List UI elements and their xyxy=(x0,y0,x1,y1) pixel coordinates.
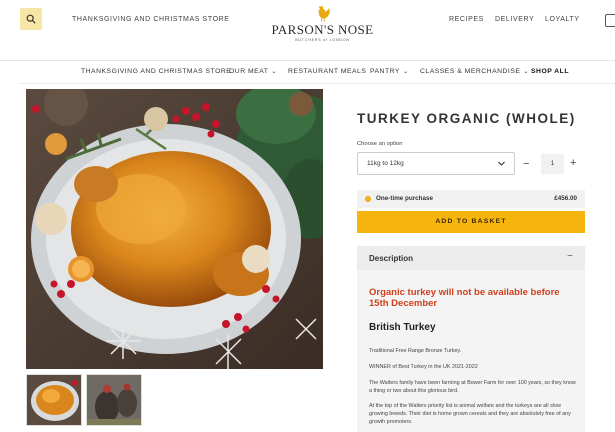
quantity-decrease-button[interactable]: − xyxy=(523,158,529,170)
product-title: TURKEY ORGANIC (WHOLE) xyxy=(357,111,576,126)
top-link-delivery[interactable]: DELIVERY xyxy=(495,16,534,23)
product-main-image[interactable] xyxy=(26,89,323,369)
nav-item-classes[interactable]: CLASSES & MERCHANDISE ⌄ xyxy=(420,68,529,75)
option-label: Choose an option xyxy=(357,141,403,147)
top-link-recipes[interactable]: RECIPES xyxy=(449,16,484,23)
main-nav: THANKSGIVING AND CHRISTMAS STORE OUR MEA… xyxy=(0,61,615,83)
rooster-icon xyxy=(317,6,330,22)
radio-selected-icon[interactable] xyxy=(365,196,371,202)
description-panel: Description − Organic turkey will not be… xyxy=(357,246,585,432)
search-icon xyxy=(26,14,36,24)
site-logo[interactable]: PARSON'S NOSE BUTCHERS of LONDON xyxy=(270,3,375,49)
one-time-purchase-option[interactable]: One-time purchase £456.00 xyxy=(357,190,585,208)
chevron-down-icon: ⌄ xyxy=(271,69,277,75)
chevron-down-icon xyxy=(498,161,505,166)
product-thumbnail-2[interactable] xyxy=(86,374,142,426)
nav-item-restaurant-meals[interactable]: RESTAURANT MEALS xyxy=(288,68,366,75)
bag-icon[interactable] xyxy=(605,14,615,27)
search-button[interactable] xyxy=(20,8,42,30)
add-to-basket-button[interactable]: ADD TO BASKET xyxy=(357,211,585,233)
top-link-christmas-store[interactable]: THANKSGIVING AND CHRISTMAS STORE xyxy=(72,16,230,23)
logo-name: PARSON'S NOSE xyxy=(271,22,374,37)
top-header: THANKSGIVING AND CHRISTMAS STORE PARSON'… xyxy=(0,0,615,60)
description-paragraph: At the top of the Walters priority list … xyxy=(369,403,571,425)
description-subheading: British Turkey xyxy=(369,322,436,333)
chevron-down-icon: ⌄ xyxy=(523,69,529,75)
description-toggle[interactable]: Description − xyxy=(357,246,585,270)
size-select[interactable]: 11kg to 12kg xyxy=(357,152,515,175)
nav-item-shop-all[interactable]: SHOP ALL xyxy=(531,68,569,75)
nav-item-our-meat[interactable]: OUR MEAT ⌄ xyxy=(229,68,277,75)
product-price: £456.00 xyxy=(554,195,577,202)
collapse-icon: − xyxy=(567,251,573,262)
availability-warning: Organic turkey will not be available bef… xyxy=(369,287,560,309)
product-thumbnail-1[interactable] xyxy=(26,374,82,426)
description-paragraph: The Walters family have been farming at … xyxy=(369,380,576,394)
purchase-label: One-time purchase xyxy=(376,195,434,202)
description-paragraph: Traditional Free Range Bronze Turkey. xyxy=(369,348,462,354)
quantity-increase-button[interactable]: + xyxy=(570,157,576,169)
description-paragraph: WINNER of Best Turkey in the UK 2021-202… xyxy=(369,364,478,370)
top-link-loyalty[interactable]: LOYALTY xyxy=(545,16,580,23)
description-heading: Description xyxy=(369,254,414,263)
quantity-input[interactable]: 1 xyxy=(541,154,564,174)
size-select-value: 11kg to 12kg xyxy=(367,160,404,167)
nav-item-christmas-store[interactable]: THANKSGIVING AND CHRISTMAS STORE xyxy=(81,68,231,75)
chevron-down-icon: ⌄ xyxy=(402,69,409,75)
logo-subtitle: BUTCHERS of LONDON xyxy=(295,38,350,42)
nav-divider xyxy=(20,83,615,84)
nav-item-pantry[interactable]: PANTRY ⌄ xyxy=(370,68,408,75)
